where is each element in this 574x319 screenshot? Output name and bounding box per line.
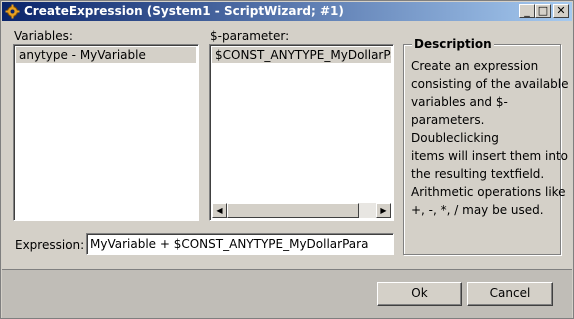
scroll-right-arrow-icon[interactable]: ▶	[376, 203, 391, 218]
scrollbar-thumb[interactable]	[227, 203, 359, 218]
list-item[interactable]: anytype - MyVariable	[16, 47, 196, 63]
description-line: parameters.	[411, 113, 485, 127]
minimize-icon: _	[524, 4, 530, 17]
expression-label: Expression:	[15, 238, 85, 252]
close-icon: ✕	[556, 4, 566, 17]
variables-label: Variables:	[14, 29, 73, 43]
create-expression-dialog: CreateExpression (System1 - ScriptWizard…	[0, 0, 574, 319]
description-line: Doubleclicking	[411, 131, 499, 145]
description-line: consisting of the available	[411, 77, 569, 91]
description-group: Description Create an expression consist…	[403, 37, 569, 255]
title-bar[interactable]: CreateExpression (System1 - ScriptWizard…	[2, 2, 572, 21]
expression-field[interactable]: MyVariable + $CONST_ANYTYPE_MyDollarPara	[86, 233, 394, 255]
dialog-body: Variables: anytype - MyVariable $-parame…	[2, 22, 572, 268]
description-line: Arithmetic operations like	[411, 185, 566, 199]
dollar-parameter-list[interactable]: $CONST_ANYTYPE_MyDollarPara ◀ ▶	[209, 44, 394, 221]
button-bar: Ok Cancel	[2, 269, 572, 318]
variables-list[interactable]: anytype - MyVariable	[13, 44, 199, 221]
description-text: Create an expression consisting of the a…	[411, 57, 569, 219]
description-line: variables and $-	[411, 95, 508, 109]
description-line: Create an expression	[411, 59, 539, 73]
list-item[interactable]: $CONST_ANYTYPE_MyDollarPara	[212, 47, 391, 63]
minimize-button[interactable]: _	[519, 4, 535, 18]
description-legend: Description	[412, 37, 494, 51]
horizontal-scrollbar[interactable]: ◀ ▶	[212, 203, 391, 218]
cancel-button[interactable]: Cancel	[467, 282, 553, 306]
description-line: +, -, *, / may be used.	[411, 203, 544, 217]
close-button[interactable]: ✕	[553, 4, 569, 18]
gear-icon	[5, 4, 20, 19]
maximize-button[interactable]: □	[535, 4, 551, 18]
description-line: the resulting textfield.	[411, 167, 545, 181]
ok-button[interactable]: Ok	[377, 282, 462, 306]
dollar-parameter-label: $-parameter:	[210, 29, 290, 43]
window-title: CreateExpression (System1 - ScriptWizard…	[24, 4, 344, 18]
scroll-left-arrow-icon[interactable]: ◀	[212, 203, 227, 218]
description-line: items will insert them into	[411, 149, 569, 163]
maximize-icon: □	[537, 4, 549, 17]
